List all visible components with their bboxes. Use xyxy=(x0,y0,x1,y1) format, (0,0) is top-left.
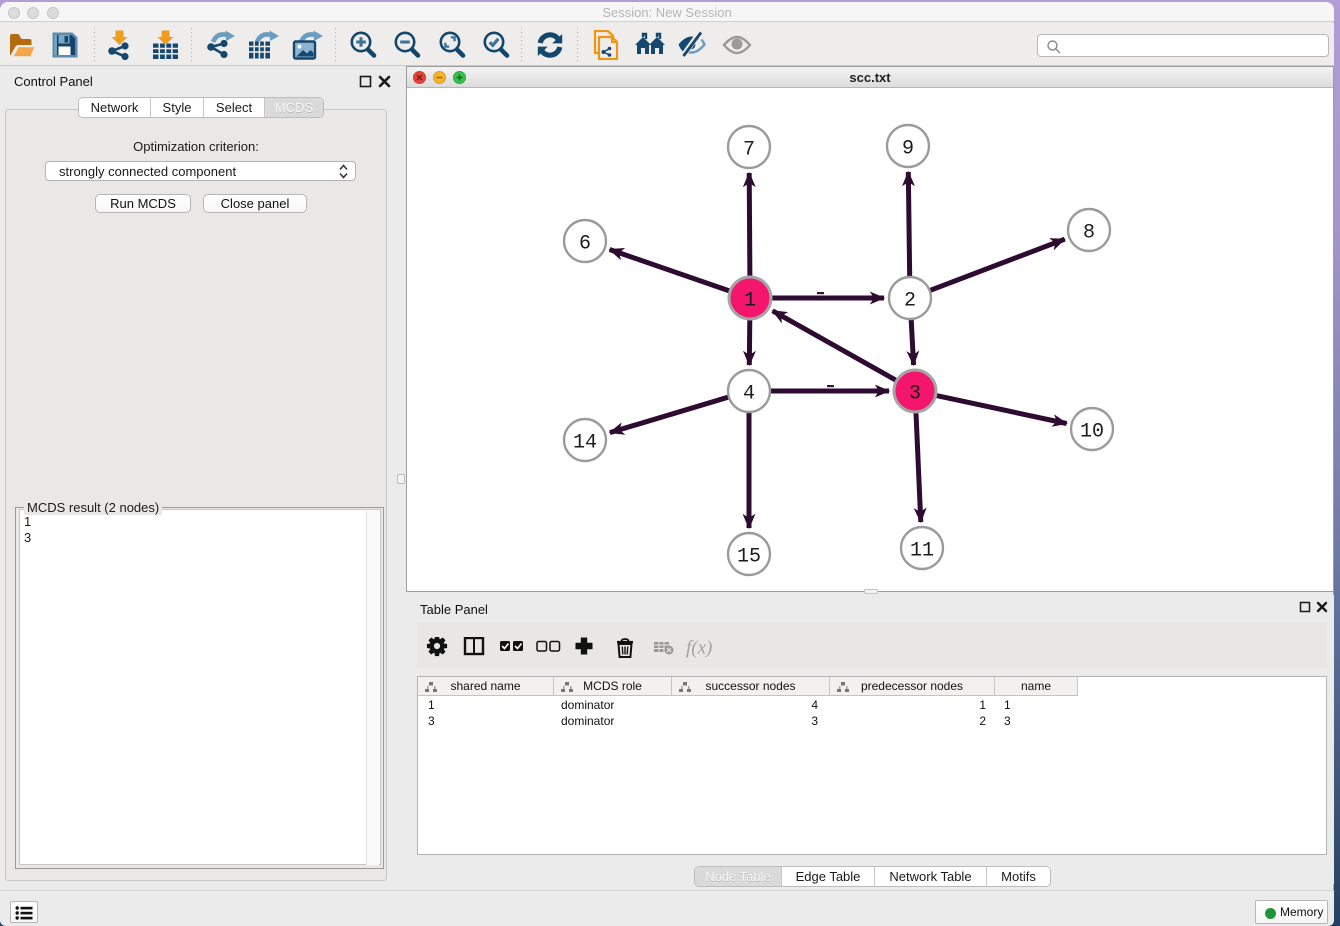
svg-text:9: 9 xyxy=(902,138,914,161)
svg-text:3: 3 xyxy=(909,383,921,406)
svg-text:f(x): f(x) xyxy=(686,638,712,659)
svg-text:11: 11 xyxy=(910,540,934,563)
svg-text:10: 10 xyxy=(1080,421,1104,444)
svg-text:6: 6 xyxy=(579,233,591,256)
svg-text:14: 14 xyxy=(573,432,597,455)
svg-text:1: 1 xyxy=(744,290,756,313)
svg-text:4: 4 xyxy=(743,383,755,406)
svg-text:7: 7 xyxy=(743,139,755,162)
svg-text:15: 15 xyxy=(737,546,761,569)
svg-text:2: 2 xyxy=(904,290,916,313)
svg-text:8: 8 xyxy=(1083,222,1095,245)
